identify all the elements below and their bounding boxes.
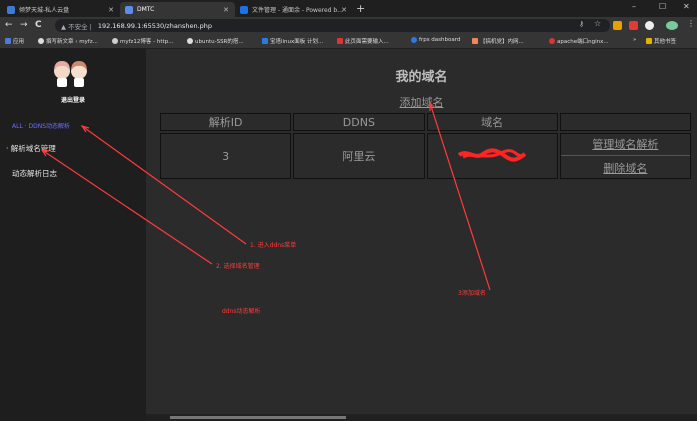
annotation-arrows	[40, 101, 491, 291]
annotation-step-1: 1. 进入ddns菜单	[250, 242, 297, 249]
annotation-step-3: 3添加域名	[458, 290, 486, 297]
annotation-step-2: 2. 选择域名管理	[216, 263, 260, 270]
annotation-caption: ddns动态解析	[222, 308, 261, 315]
scrollbar-thumb[interactable]	[170, 416, 346, 419]
horizontal-scrollbar[interactable]	[146, 414, 697, 421]
